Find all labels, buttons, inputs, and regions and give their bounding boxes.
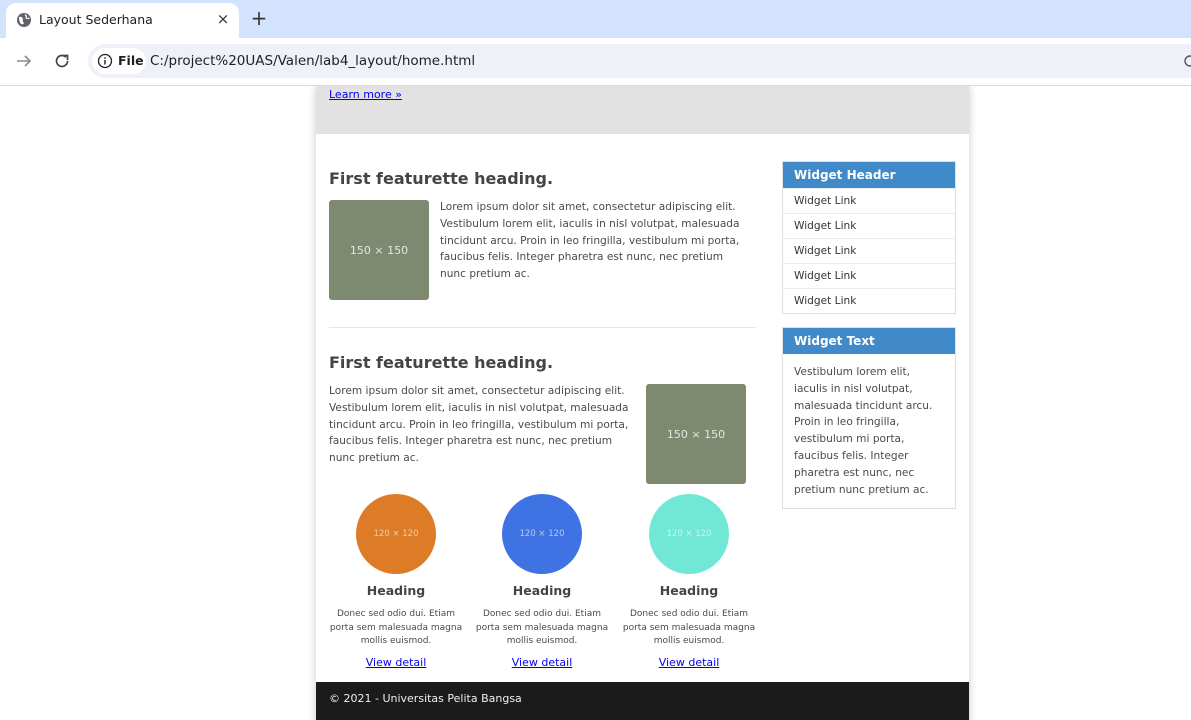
featurette-image: 150 × 150 xyxy=(329,200,429,300)
featurette-image: 150 × 150 xyxy=(646,384,746,484)
reload-icon[interactable] xyxy=(52,51,72,71)
column-heading: Heading xyxy=(512,583,572,598)
divider xyxy=(329,327,756,328)
site-chip-label: File xyxy=(118,53,144,68)
column-heading: Heading xyxy=(659,583,719,598)
widget-link[interactable]: Widget Link xyxy=(783,263,955,288)
links-widget: Widget Header Widget Link Widget Link Wi… xyxy=(782,161,956,314)
learn-more-link[interactable]: Learn more » xyxy=(329,88,402,101)
widget-text: Vestibulum lorem elit, iaculis in nisl v… xyxy=(794,366,933,496)
new-tab-button[interactable]: + xyxy=(249,7,269,29)
arrow-forward-icon[interactable] xyxy=(14,51,34,71)
widget-link[interactable]: Widget Link xyxy=(783,213,955,238)
featurette-text: Lorem ipsum dolor sit amet, consectetur … xyxy=(329,385,629,465)
address-bar[interactable]: File C:/project%20UAS/Valen/lab4_layout/… xyxy=(88,44,1191,78)
featurette-text: Lorem ipsum dolor sit amet, consectetur … xyxy=(440,201,740,281)
tab-title: Layout Sederhana xyxy=(39,12,153,27)
column-circle-image: 120 × 120 xyxy=(649,494,729,574)
widget-link[interactable]: Widget Link xyxy=(783,188,955,213)
column-text: Donec sed odio dui. Etiam porta sem male… xyxy=(329,609,463,646)
footer: © 2021 - Universitas Pelita Bangsa xyxy=(316,682,969,720)
view-detail-link[interactable]: View detail xyxy=(619,656,759,669)
close-icon[interactable]: × xyxy=(215,11,231,27)
widget-header: Widget Text xyxy=(783,328,955,354)
page-viewport: Learn more » First featurette heading. 1… xyxy=(0,86,1191,720)
footer-copyright: © 2021 - Universitas Pelita Bangsa xyxy=(329,692,522,705)
widget-header: Widget Header xyxy=(783,162,955,188)
featurette-heading: First featurette heading. xyxy=(329,169,554,188)
zoom-icon[interactable] xyxy=(1183,54,1191,68)
url-text[interactable]: C:/project%20UAS/Valen/lab4_layout/home.… xyxy=(150,53,475,69)
globe-icon xyxy=(17,13,31,27)
view-detail-link[interactable]: View detail xyxy=(472,656,612,669)
column-heading: Heading xyxy=(366,583,426,598)
browser-tab[interactable]: Layout Sederhana × xyxy=(6,3,239,38)
widget-link[interactable]: Widget Link xyxy=(783,238,955,263)
text-widget: Widget Text Vestibulum lorem elit, iacul… xyxy=(782,327,956,510)
column-circle-image: 120 × 120 xyxy=(502,494,582,574)
jumbotron: Learn more » xyxy=(316,86,969,134)
info-icon xyxy=(97,53,113,69)
view-detail-link[interactable]: View detail xyxy=(326,656,466,669)
column-text: Donec sed odio dui. Etiam porta sem male… xyxy=(475,609,609,646)
column-text: Donec sed odio dui. Etiam porta sem male… xyxy=(622,609,756,646)
page-container: Learn more » First featurette heading. 1… xyxy=(316,86,969,720)
site-info-chip[interactable]: File xyxy=(92,48,146,74)
column-circle-image: 120 × 120 xyxy=(356,494,436,574)
widget-link[interactable]: Widget Link xyxy=(783,288,955,313)
featurette-heading: First featurette heading. xyxy=(329,353,554,372)
tab-strip: Layout Sederhana × + xyxy=(0,0,1191,38)
browser-toolbar: File C:/project%20UAS/Valen/lab4_layout/… xyxy=(0,38,1191,86)
